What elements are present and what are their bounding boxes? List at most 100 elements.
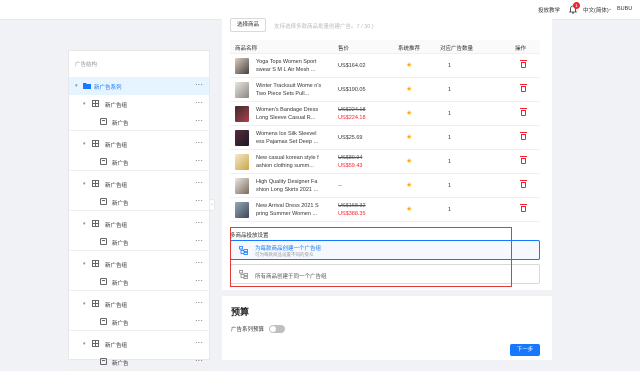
- delete-icon[interactable]: [520, 180, 527, 188]
- ad-count: 1: [448, 87, 452, 93]
- more-icon[interactable]: ···: [195, 258, 203, 267]
- product-name: Yoga Tops Women Sport swear S M L Air Me…: [256, 59, 317, 73]
- divider: [69, 330, 209, 331]
- more-icon[interactable]: ···: [195, 138, 203, 147]
- adgroup-icon: [92, 260, 99, 267]
- tree-item-label: 新广告: [112, 361, 129, 367]
- tree-item-ad[interactable]: 新广告 ···: [69, 113, 209, 131]
- caret-down-icon[interactable]: ▾: [83, 341, 86, 347]
- tree-item-label: 新广告系列: [94, 85, 122, 91]
- product-name: Womens Ice Silk Sleevel ess Pajamas Set …: [256, 131, 319, 145]
- more-icon[interactable]: ···: [195, 80, 203, 89]
- col-action: 操作: [515, 46, 527, 52]
- ad-count: 1: [448, 63, 452, 69]
- ad-icon: [100, 198, 107, 205]
- delete-icon[interactable]: [520, 60, 527, 68]
- more-icon[interactable]: ···: [195, 276, 203, 285]
- next-button[interactable]: 下一步: [510, 344, 540, 356]
- more-icon[interactable]: ···: [195, 156, 203, 165]
- collapse-sidebar-handle[interactable]: ‹: [209, 199, 215, 211]
- table-row: Yoga Tops Women Sport swear S M L Air Me…: [230, 54, 540, 78]
- adgroup-icon: [92, 340, 99, 347]
- chevron-down-icon[interactable]: ⌄: [608, 6, 612, 12]
- tree-item-adgroup[interactable]: ▾ 新广告组 ···: [69, 215, 209, 233]
- ad-count: 1: [448, 111, 452, 117]
- user-name[interactable]: BUBU: [617, 6, 632, 12]
- product-thumbnail: [235, 154, 249, 170]
- select-products-button[interactable]: 选择商品: [230, 18, 266, 32]
- tree-item-ad[interactable]: 新广告 ···: [69, 313, 209, 331]
- ad-icon: [100, 358, 107, 365]
- tree-item-ad[interactable]: 新广告 ···: [69, 353, 209, 371]
- budget-title: 预算: [231, 307, 250, 317]
- campaign-budget-label: 广告系列预算: [231, 327, 265, 333]
- tree-item-label: 新广告组: [105, 343, 128, 349]
- product-price: US$164.02: [338, 63, 366, 69]
- product-thumbnail: [235, 58, 249, 74]
- star-icon: ★: [406, 206, 413, 213]
- tree-item-adgroup[interactable]: ▾ 新广告组 ···: [69, 255, 209, 273]
- ad-icon: [100, 318, 107, 325]
- language-select[interactable]: 中文(简体): [583, 6, 609, 14]
- divider: [69, 290, 209, 291]
- adgroup-icon: [92, 220, 99, 227]
- product-name: Winter Tracksuit Wome n's Two Piece Sets…: [256, 83, 322, 97]
- more-icon[interactable]: ···: [195, 218, 203, 227]
- tree-item-adgroup[interactable]: ▾ 新广告组 ···: [69, 335, 209, 353]
- notification-badge: 1: [573, 2, 580, 9]
- campaign-budget-toggle[interactable]: [269, 325, 285, 333]
- tree-item-ad[interactable]: 新广告 ···: [69, 153, 209, 171]
- tree-item-adgroup[interactable]: ▾ 新广告组 ···: [69, 95, 209, 113]
- panel-title: 广告结构: [75, 62, 98, 68]
- tutorial-link[interactable]: 投放教学: [538, 6, 560, 14]
- star-icon: ★: [406, 182, 413, 189]
- ad-count: 1: [448, 135, 452, 141]
- folder-icon: [83, 83, 91, 89]
- more-icon[interactable]: ···: [195, 178, 203, 187]
- caret-down-icon[interactable]: ▾: [83, 221, 86, 227]
- tree-item-adgroup[interactable]: ▾ 新广告组 ···: [69, 175, 209, 193]
- ad-icon: [100, 238, 107, 245]
- more-icon[interactable]: ···: [195, 116, 203, 125]
- star-icon: ★: [406, 158, 413, 165]
- tree-item-adgroup[interactable]: ▾ 新广告组 ···: [69, 135, 209, 153]
- product-price: US$190.05: [338, 87, 366, 93]
- divider: [69, 170, 209, 171]
- star-icon: ★: [406, 134, 413, 141]
- tree-item-ad[interactable]: 新广告 ···: [69, 193, 209, 211]
- more-icon[interactable]: ···: [195, 316, 203, 325]
- caret-down-icon[interactable]: ▾: [83, 261, 86, 267]
- tree-item-label: 新广告: [112, 281, 129, 287]
- more-icon[interactable]: ···: [195, 196, 203, 205]
- sale-price: US$224.18: [338, 115, 366, 121]
- caret-down-icon[interactable]: ▾: [83, 181, 86, 187]
- sale-price: US$388.35: [338, 211, 366, 217]
- caret-down-icon[interactable]: ▾: [83, 141, 86, 147]
- tree-item-ad[interactable]: 新广告 ···: [69, 233, 209, 251]
- more-icon[interactable]: ···: [195, 298, 203, 307]
- product-name: Women's Bandage Dress Long Sleeve Casual…: [256, 107, 319, 121]
- more-icon[interactable]: ···: [195, 338, 203, 347]
- delete-icon[interactable]: [520, 132, 527, 140]
- delete-icon[interactable]: [520, 156, 527, 164]
- delete-icon[interactable]: [520, 204, 527, 212]
- tree-item-label: 新广告: [112, 321, 129, 327]
- ad-icon: [100, 278, 107, 285]
- caret-down-icon[interactable]: ▾: [75, 83, 78, 89]
- caret-down-icon[interactable]: ▾: [83, 101, 86, 107]
- product-thumbnail: [235, 82, 249, 98]
- more-icon[interactable]: ···: [195, 98, 203, 107]
- tree-item-adgroup[interactable]: ▾ 新广告组 ···: [69, 295, 209, 313]
- table-row: Womens Ice Silk Sleevel ess Pajamas Set …: [230, 126, 540, 150]
- delete-icon[interactable]: [520, 84, 527, 92]
- col-recommend: 系统推荐: [398, 46, 421, 52]
- divider: [69, 210, 209, 211]
- tree-item-campaign[interactable]: ▾ 新广告系列 ···: [69, 77, 209, 95]
- tree-item-ad[interactable]: 新广告 ···: [69, 273, 209, 291]
- budget-section: 预算 广告系列预算: [222, 296, 552, 360]
- delete-icon[interactable]: [520, 108, 527, 116]
- more-icon[interactable]: ···: [195, 356, 203, 365]
- table-row: High Quality Designer Fa shion Long Skir…: [230, 174, 540, 198]
- more-icon[interactable]: ···: [195, 236, 203, 245]
- caret-down-icon[interactable]: ▾: [83, 301, 86, 307]
